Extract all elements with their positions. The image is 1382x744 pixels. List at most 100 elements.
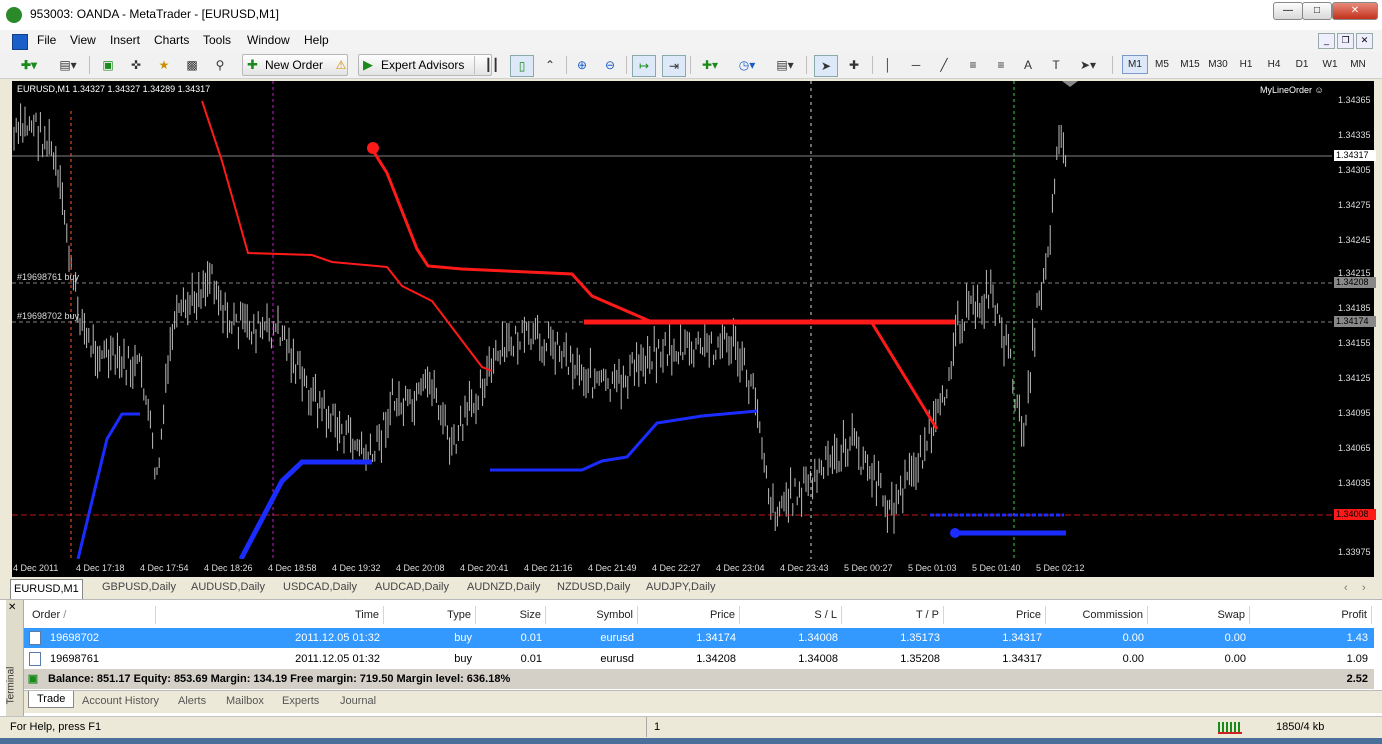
tabs-scroll-right-icon[interactable]: › bbox=[1362, 582, 1366, 594]
column-header-type[interactable]: Type bbox=[384, 606, 476, 624]
timeframe-h1[interactable]: H1 bbox=[1234, 56, 1258, 74]
tab-alerts[interactable]: Alerts bbox=[178, 695, 206, 707]
chart-shift-icon[interactable]: ⇥ bbox=[662, 55, 686, 77]
strategy-tester-icon[interactable]: ⚲ bbox=[210, 55, 230, 75]
chart-tab-audusd[interactable]: AUDUSD,Daily bbox=[188, 581, 268, 593]
equidistant-channel-icon[interactable]: ≡ bbox=[962, 55, 984, 75]
menu-view[interactable]: View bbox=[66, 33, 100, 47]
chart-tab-usdcad[interactable]: USDCAD,Daily bbox=[280, 581, 360, 593]
timeframe-mn[interactable]: MN bbox=[1346, 56, 1370, 74]
profiles-icon[interactable]: ▤▾ bbox=[54, 55, 82, 75]
chart-tab-nzdusd[interactable]: NZDUSD,Daily bbox=[554, 581, 633, 593]
arrows-icon[interactable]: ➤▾ bbox=[1074, 55, 1102, 75]
terminal-icon[interactable]: ▩ bbox=[182, 55, 202, 75]
zoom-in-icon[interactable]: ⊕ bbox=[572, 55, 592, 75]
time-label: 4 Dec 23:04 bbox=[716, 563, 765, 573]
order-current-price: 1.34317 bbox=[1002, 653, 1042, 665]
tabs-scroll-left-icon[interactable]: ‹ bbox=[1344, 582, 1348, 594]
templates-icon[interactable]: ▤▾ bbox=[770, 55, 800, 75]
navigator-icon[interactable]: ★ bbox=[154, 55, 174, 75]
timeframe-d1[interactable]: D1 bbox=[1290, 56, 1314, 74]
column-header-current-price[interactable]: Price bbox=[944, 606, 1046, 624]
expert-advisors-button[interactable]: ▶ Expert Advisors bbox=[358, 54, 492, 76]
chart-tab-gbpusd[interactable]: GBPUSD,Daily bbox=[99, 581, 179, 593]
autoscroll-icon[interactable]: ↦ bbox=[632, 55, 656, 77]
terminal-close-icon[interactable]: ✕ bbox=[8, 602, 16, 613]
minimize-button[interactable]: — bbox=[1273, 2, 1303, 20]
menu-tools[interactable]: Tools bbox=[199, 33, 235, 47]
timeframe-w1[interactable]: W1 bbox=[1318, 56, 1342, 74]
candlestick-icon[interactable]: ▯ bbox=[510, 55, 534, 77]
separator bbox=[872, 56, 873, 74]
timeframe-m30[interactable]: M30 bbox=[1206, 56, 1230, 74]
column-header-tp[interactable]: T / P bbox=[842, 606, 944, 624]
indicators-icon[interactable]: ✚▾ bbox=[696, 55, 724, 75]
menu-file[interactable]: File bbox=[33, 33, 60, 47]
chart-tab-eurusd-m1[interactable]: EURUSD,M1 bbox=[10, 579, 83, 599]
column-header-order[interactable]: Order / bbox=[24, 606, 156, 624]
os-taskbar bbox=[0, 738, 1382, 744]
menu-help[interactable]: Help bbox=[300, 33, 333, 47]
periods-icon[interactable]: ◷▾ bbox=[732, 55, 762, 75]
text-label-icon[interactable]: T bbox=[1046, 55, 1066, 75]
menu-window[interactable]: Window bbox=[243, 33, 294, 47]
mdi-close-button[interactable]: ✕ bbox=[1356, 33, 1373, 49]
timeframe-m15[interactable]: M15 bbox=[1178, 56, 1202, 74]
tab-journal[interactable]: Journal bbox=[340, 695, 376, 707]
timeframe-m5[interactable]: M5 bbox=[1150, 56, 1174, 74]
column-header-price[interactable]: Price bbox=[638, 606, 740, 624]
order-doc-icon bbox=[26, 649, 48, 669]
vertical-line-icon[interactable]: │ bbox=[878, 55, 898, 75]
balance-icon: ▣ bbox=[27, 673, 39, 685]
column-header-time[interactable]: Time bbox=[156, 606, 384, 624]
column-header-sl[interactable]: S / L bbox=[740, 606, 842, 624]
mdi-restore-button[interactable]: ❐ bbox=[1337, 33, 1354, 49]
bar-chart-icon[interactable]: ┃┃ bbox=[482, 55, 502, 75]
chart-tab-audnzd[interactable]: AUDNZD,Daily bbox=[464, 581, 543, 593]
column-header-commission[interactable]: Commission bbox=[1046, 606, 1148, 624]
column-header-size[interactable]: Size bbox=[476, 606, 546, 624]
separator bbox=[626, 56, 627, 74]
order-profit: 1.09 bbox=[1346, 653, 1368, 665]
close-button[interactable]: ✕ bbox=[1332, 2, 1378, 20]
column-header-profit[interactable]: Profit bbox=[1250, 606, 1372, 624]
line-chart-icon[interactable]: ⌃ bbox=[540, 55, 560, 75]
tab-account-history[interactable]: Account History bbox=[82, 695, 159, 707]
tab-mailbox[interactable]: Mailbox bbox=[226, 695, 264, 707]
table-row[interactable]: 19698761 2011.12.05 01:32 buy 0.01 eurus… bbox=[24, 649, 1374, 669]
trendline-icon[interactable]: ╱ bbox=[934, 55, 954, 75]
crosshair-icon[interactable]: ✚ bbox=[844, 55, 864, 75]
chart-tab-audjpy[interactable]: AUDJPY,Daily bbox=[643, 581, 719, 593]
timeframe-h4[interactable]: H4 bbox=[1262, 56, 1286, 74]
column-header-swap[interactable]: Swap bbox=[1148, 606, 1250, 624]
new-chart-icon[interactable]: ✚▾ bbox=[16, 55, 42, 75]
table-row[interactable]: 19698702 2011.12.05 01:32 buy 0.01 eurus… bbox=[24, 628, 1374, 648]
cursor-icon[interactable]: ➤ bbox=[814, 55, 838, 77]
time-label: 4 Dec 20:08 bbox=[396, 563, 445, 573]
order-id: 19698702 bbox=[50, 632, 99, 644]
fibonacci-icon[interactable]: ≡ bbox=[990, 55, 1012, 75]
order-size: 0.01 bbox=[520, 653, 542, 665]
market-watch-icon[interactable]: ▣ bbox=[98, 55, 118, 75]
data-window-icon[interactable]: ✜ bbox=[126, 55, 146, 75]
stop-loss-price-box: 1.34008 bbox=[1334, 509, 1376, 520]
menu-charts[interactable]: Charts bbox=[150, 33, 193, 47]
tab-experts[interactable]: Experts bbox=[282, 695, 319, 707]
order-label-19698761[interactable]: #19698761 buy bbox=[17, 272, 79, 282]
time-label: 4 Dec 2011 bbox=[13, 563, 59, 573]
mdi-minimize-button[interactable]: _ bbox=[1318, 33, 1335, 49]
price-chart[interactable]: EURUSD,M1 1.34327 1.34327 1.34289 1.3431… bbox=[12, 81, 1332, 559]
timeframe-m1[interactable]: M1 bbox=[1122, 55, 1148, 74]
alert-icon[interactable]: ⚠ bbox=[330, 55, 352, 75]
chart-tab-audcad[interactable]: AUDCAD,Daily bbox=[372, 581, 452, 593]
menu-insert[interactable]: Insert bbox=[106, 33, 144, 47]
order-label-19698702[interactable]: #19698702 buy bbox=[17, 311, 79, 321]
red-trend-line-main bbox=[370, 148, 939, 430]
text-icon[interactable]: A bbox=[1018, 55, 1038, 75]
column-header-symbol[interactable]: Symbol bbox=[546, 606, 638, 624]
order-tp: 1.35208 bbox=[900, 653, 940, 665]
horizontal-line-icon[interactable]: ─ bbox=[906, 55, 926, 75]
maximize-button[interactable]: □ bbox=[1302, 2, 1332, 20]
tab-trade[interactable]: Trade bbox=[28, 691, 75, 708]
zoom-out-icon[interactable]: ⊖ bbox=[600, 55, 620, 75]
